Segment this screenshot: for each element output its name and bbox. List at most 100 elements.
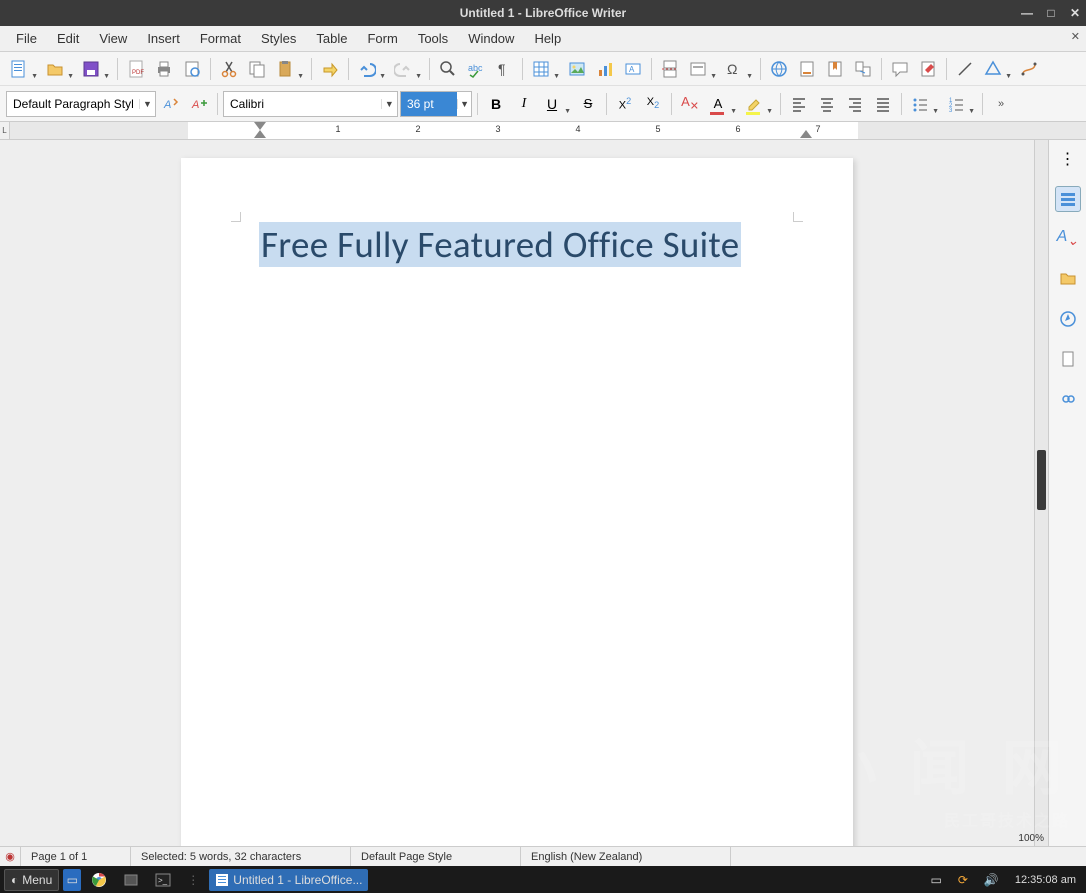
superscript-button[interactable]: X2 — [612, 91, 638, 117]
cut-button[interactable] — [216, 56, 242, 82]
menu-form[interactable]: Form — [357, 28, 407, 49]
highlight-color-button[interactable]: ▼ — [741, 91, 767, 117]
copy-button[interactable] — [244, 56, 270, 82]
taskbar-chrome-icon[interactable] — [85, 869, 113, 891]
chevron-down-icon[interactable]: ▼ — [457, 99, 471, 109]
paste-button[interactable]: ▼ — [272, 56, 298, 82]
undo-button[interactable]: ▼ — [354, 56, 380, 82]
insert-field-button[interactable]: ▼ — [685, 56, 711, 82]
align-justify-button[interactable] — [870, 91, 896, 117]
insert-comment-button[interactable] — [887, 56, 913, 82]
tray-update-icon[interactable]: ⟳ — [952, 869, 974, 891]
align-left-button[interactable] — [786, 91, 812, 117]
strikethrough-button[interactable]: S — [575, 91, 601, 117]
update-style-button[interactable]: A — [158, 91, 184, 117]
insert-footnote-button[interactable] — [794, 56, 820, 82]
clear-formatting-button[interactable]: A✕ — [677, 91, 703, 117]
scrollbar-thumb[interactable] — [1037, 450, 1046, 510]
taskbar-terminal-icon[interactable]: >_ — [149, 869, 177, 891]
taskbar-clock[interactable]: 12:35:08 am — [1009, 869, 1082, 891]
insert-bookmark-button[interactable] — [822, 56, 848, 82]
insert-table-button[interactable]: ▼ — [528, 56, 554, 82]
insert-line-button[interactable] — [952, 56, 978, 82]
menu-format[interactable]: Format — [190, 28, 251, 49]
taskbar-show-desktop[interactable]: ▭ — [63, 869, 81, 891]
track-changes-button[interactable] — [915, 56, 941, 82]
tray-display-icon[interactable]: ▭ — [924, 869, 947, 891]
basic-shapes-button[interactable]: ▼ — [980, 56, 1006, 82]
document-area[interactable]: Free Fully Featured Office Suite — [0, 140, 1034, 846]
save-status-icon[interactable]: ◉ — [0, 847, 21, 866]
menu-view[interactable]: View — [89, 28, 137, 49]
find-replace-button[interactable] — [435, 56, 461, 82]
insert-cross-ref-button[interactable] — [850, 56, 876, 82]
formatting-marks-button[interactable]: ¶ — [491, 56, 517, 82]
subscript-button[interactable]: X2 — [640, 91, 666, 117]
taskbar-files-icon[interactable] — [117, 869, 145, 891]
status-page[interactable]: Page 1 of 1 — [21, 847, 131, 866]
menu-insert[interactable]: Insert — [137, 28, 190, 49]
align-right-button[interactable] — [842, 91, 868, 117]
minimize-button[interactable]: — — [1020, 6, 1034, 20]
vertical-scrollbar[interactable]: 100% — [1034, 140, 1048, 846]
sidebar-settings-icon[interactable]: ⋮ — [1055, 146, 1081, 172]
chevron-down-icon[interactable]: ▼ — [139, 99, 155, 109]
sidebar-gallery-icon[interactable] — [1055, 266, 1081, 292]
taskbar-menu-button[interactable]: ◐ Menu — [4, 869, 59, 891]
chevron-down-icon[interactable]: ▼ — [381, 99, 397, 109]
document-page[interactable]: Free Fully Featured Office Suite — [181, 158, 853, 846]
italic-button[interactable]: I — [511, 91, 537, 117]
align-center-button[interactable] — [814, 91, 840, 117]
show-draw-functions-button[interactable] — [1016, 56, 1042, 82]
sidebar-page-icon[interactable] — [1055, 346, 1081, 372]
redo-button[interactable]: ▼ — [390, 56, 416, 82]
insert-textbox-button[interactable]: A — [620, 56, 646, 82]
close-window-button[interactable]: ✕ — [1068, 6, 1082, 20]
menu-file[interactable]: File — [6, 28, 47, 49]
bold-button[interactable]: B — [483, 91, 509, 117]
status-page-style[interactable]: Default Page Style — [351, 847, 521, 866]
menu-table[interactable]: Table — [306, 28, 357, 49]
menu-edit[interactable]: Edit — [47, 28, 89, 49]
horizontal-ruler[interactable]: L 1 2 3 4 5 6 7 — [0, 122, 1086, 140]
menu-tools[interactable]: Tools — [408, 28, 458, 49]
insert-page-break-button[interactable] — [657, 56, 683, 82]
taskbar-active-window[interactable]: Untitled 1 - LibreOffice... — [209, 869, 368, 891]
print-preview-button[interactable] — [179, 56, 205, 82]
clone-formatting-button[interactable] — [317, 56, 343, 82]
spellcheck-button[interactable]: abc — [463, 56, 489, 82]
status-language[interactable]: English (New Zealand) — [521, 847, 731, 866]
export-pdf-button[interactable]: PDF — [123, 56, 149, 82]
paragraph-style-input[interactable] — [7, 92, 139, 116]
maximize-button[interactable]: □ — [1044, 6, 1058, 20]
insert-special-char-button[interactable]: Ω▼ — [721, 56, 747, 82]
open-button[interactable]: ▼ — [42, 56, 68, 82]
new-style-button[interactable]: A — [186, 91, 212, 117]
font-color-button[interactable]: A▼ — [705, 91, 731, 117]
bullet-list-button[interactable]: ▼ — [907, 91, 933, 117]
sidebar-properties-icon[interactable] — [1055, 186, 1081, 212]
font-name-combo[interactable]: ▼ — [223, 91, 398, 117]
menu-help[interactable]: Help — [524, 28, 571, 49]
menu-styles[interactable]: Styles — [251, 28, 306, 49]
print-button[interactable] — [151, 56, 177, 82]
new-document-button[interactable]: ▼ — [6, 56, 32, 82]
close-document-button[interactable]: ✕ — [1071, 30, 1080, 43]
font-size-combo[interactable]: ▼ — [400, 91, 472, 117]
underline-button[interactable]: U▼ — [539, 91, 565, 117]
font-size-input[interactable] — [401, 92, 457, 116]
font-name-input[interactable] — [224, 92, 381, 116]
menu-window[interactable]: Window — [458, 28, 524, 49]
insert-hyperlink-button[interactable] — [766, 56, 792, 82]
more-options-button[interactable]: » — [988, 91, 1014, 117]
tray-volume-icon[interactable]: 🔊 — [978, 869, 1005, 891]
insert-image-button[interactable] — [564, 56, 590, 82]
save-button[interactable]: ▼ — [78, 56, 104, 82]
selected-text[interactable]: Free Fully Featured Office Suite — [259, 222, 741, 267]
numbered-list-button[interactable]: 123▼ — [943, 91, 969, 117]
sidebar-styles-icon[interactable]: A⌄ — [1055, 226, 1081, 252]
sidebar-navigator-icon[interactable] — [1055, 306, 1081, 332]
sidebar-style-inspector-icon[interactable] — [1055, 386, 1081, 412]
paragraph-style-combo[interactable]: ▼ — [6, 91, 156, 117]
insert-chart-button[interactable] — [592, 56, 618, 82]
